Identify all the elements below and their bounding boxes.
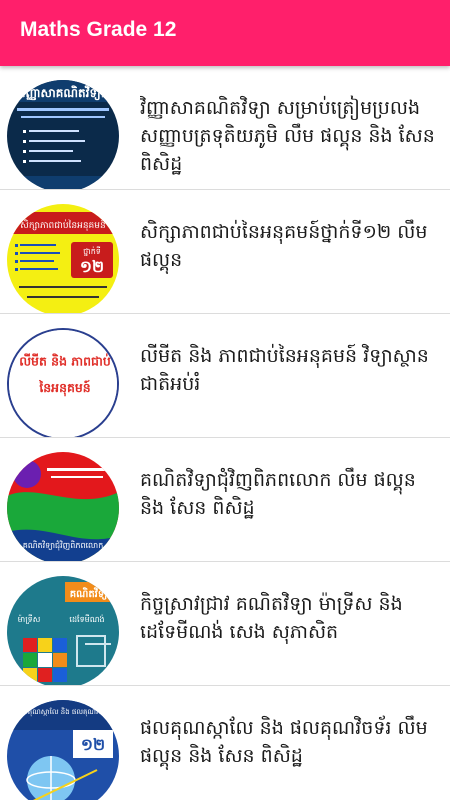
book-cover-thumbnail: លីមីត និង ភាពជាប់ នៃអនុគមន៍ — [7, 328, 119, 437]
book-cover-thumbnail: គណិតវិទ្យាជុំវិញពិភពលោក — [7, 452, 119, 561]
book-cover-image: ផលគុណស្កាលែ និង ផលគុណវិចទ័រ ១២ — [7, 700, 119, 800]
list-item[interactable]: ផលគុណស្កាលែ និង ផលគុណវិចទ័រ ១២ ផលគុណស្កា… — [0, 686, 450, 800]
book-cover-thumbnail: សិក្សាភាពជាប់នៃអនុគមន៍ ថ្នាក់ទី ១២ — [7, 204, 119, 313]
book-cover-image: លីមីត និង ភាពជាប់ នៃអនុគមន៍ — [9, 330, 117, 437]
thumb-left-label: ម៉ាទ្រីស — [18, 614, 41, 624]
thumb-grade: ១២ — [80, 257, 104, 276]
app-title: Maths Grade 12 — [20, 18, 177, 41]
thumb-title: លីមីត និង ភាពជាប់ — [19, 352, 111, 368]
item-title: កិច្ចស្រាវជ្រាវ គណិតវិទ្យា ម៉ាទ្រីស និង … — [140, 593, 403, 643]
book-cover-thumbnail: ផលគុណស្កាលែ និង ផលគុណវិចទ័រ ១២ — [7, 700, 119, 800]
item-title: វិញ្ញាសាគណិតវិទ្យា សម្រាប់ត្រៀមប្រលងសញ្ញ… — [140, 97, 435, 175]
list-item[interactable]: គណិតវិទ្យា ម៉ាទ្រីស ដេទែមីណង់ កិច្ចស្រាវ… — [0, 562, 450, 686]
rubiks-cube-icon — [23, 638, 67, 682]
item-title: ផលគុណស្កាលែ និង ផលគុណវិចទ័រ លឹម ផល្គុន ន… — [140, 717, 428, 767]
book-cover-image: វិញ្ញាសាគណិតវិទ្យា — [7, 80, 119, 189]
book-cover-image: សិក្សាភាពជាប់នៃអនុគមន៍ ថ្នាក់ទី ១២ — [7, 204, 119, 313]
book-cover-image: គណិតវិទ្យាជុំវិញពិភពលោក — [7, 452, 119, 561]
thumb-grade-label: ថ្នាក់ទី — [83, 246, 101, 256]
thumb-right-label: ដេទែមីណង់ — [69, 614, 104, 624]
book-cover-thumbnail: វិញ្ញាសាគណិតវិទ្យា — [7, 80, 119, 189]
thumb-title: វិញ្ញាសាគណិតវិទ្យា — [21, 85, 105, 101]
book-cover-thumbnail: គណិតវិទ្យា ម៉ាទ្រីស ដេទែមីណង់ — [7, 576, 119, 685]
item-title: លីមីត និង ភាពជាប់នៃអនុគមន៍ វិទ្យាស្ថានជា… — [140, 345, 429, 395]
list-item[interactable]: គណិតវិទ្យាជុំវិញពិភពលោក គណិតវិទ្យាជុំវិញ… — [0, 438, 450, 562]
thumb-title: សិក្សាភាពជាប់នៃអនុគមន៍ — [20, 219, 105, 231]
book-list[interactable]: វិញ្ញាសាគណិតវិទ្យា វិញ្ញាសាគណិតវិទ្យា សម… — [0, 66, 450, 800]
item-title: គណិតវិទ្យាជុំវិញពិភពលោក លឹម ផល្គុន និង ស… — [140, 469, 416, 519]
thumb-subtitle: នៃអនុគមន៍ — [38, 379, 90, 397]
app-bar: Maths Grade 12 — [0, 0, 450, 66]
list-item[interactable]: វិញ្ញាសាគណិតវិទ្យា វិញ្ញាសាគណិតវិទ្យា សម… — [0, 66, 450, 190]
thumb-grade: ១២ — [81, 735, 105, 754]
thumb-title: គណិតវិទ្យាជុំវិញពិភពលោក — [23, 540, 104, 551]
book-cover-image: គណិតវិទ្យា ម៉ាទ្រីស ដេទែមីណង់ — [7, 576, 119, 685]
thumb-title: ផលគុណស្កាលែ និង ផលគុណវិចទ័រ — [17, 707, 110, 717]
list-item[interactable]: លីមីត និង ភាពជាប់ នៃអនុគមន៍ លីមីត និង ភា… — [0, 314, 450, 438]
list-item[interactable]: សិក្សាភាពជាប់នៃអនុគមន៍ ថ្នាក់ទី ១២ សិក្ស… — [0, 190, 450, 314]
thumb-title: គណិតវិទ្យា — [70, 587, 110, 600]
item-title: សិក្សាភាពជាប់នៃអនុគមន៍ថ្នាក់ទី១២ លឹម ផល្… — [140, 221, 428, 271]
